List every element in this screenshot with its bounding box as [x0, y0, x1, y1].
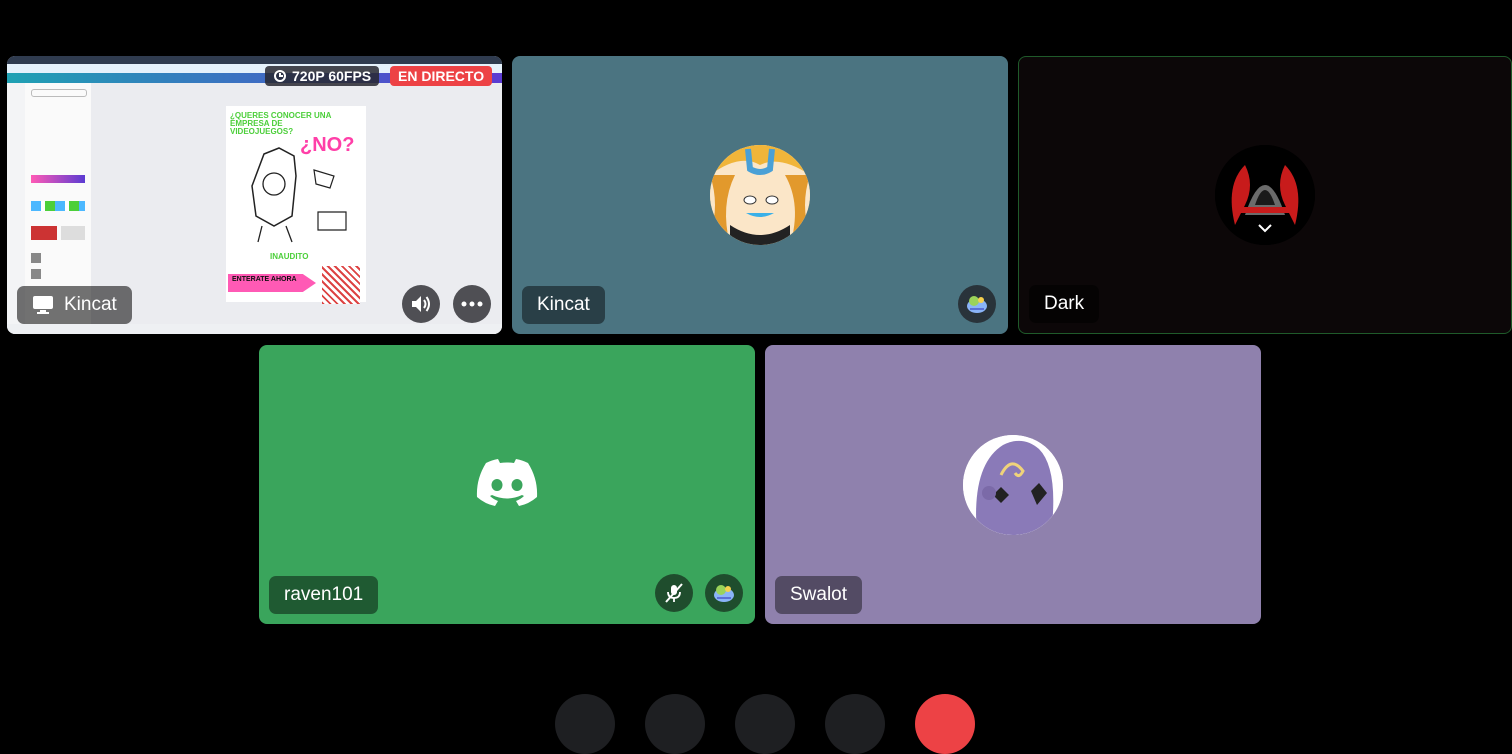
poster-cta: ENTERATE AHORA — [228, 274, 316, 292]
participant-name-tag: Kincat — [522, 286, 605, 324]
mic-muted-icon — [665, 583, 683, 603]
avatar-image — [710, 145, 810, 245]
participant-tile-dark[interactable]: Dark — [1018, 56, 1512, 334]
participant-tile-swalot[interactable]: Swalot — [765, 345, 1261, 624]
stream-taskbar — [7, 324, 502, 334]
screen-share-button[interactable] — [645, 694, 705, 754]
activity-button[interactable] — [705, 574, 743, 612]
activity-button[interactable] — [958, 285, 996, 323]
activity-icon — [714, 585, 734, 602]
poster-headline: ¿QUERES CONOCER UNA EMPRESA DE VIDEOJUEG… — [230, 111, 332, 136]
participant-name-tag: Kincat — [17, 286, 132, 324]
more-options-button[interactable] — [453, 285, 491, 323]
participant-name: Dark — [1044, 293, 1085, 314]
volume-button[interactable] — [402, 285, 440, 323]
participant-tile-raven101[interactable]: raven101 — [259, 345, 755, 624]
quality-badge: 720P 60FPS — [265, 66, 380, 86]
poster-qr-code — [322, 266, 360, 304]
participant-name: Swalot — [790, 584, 848, 605]
participant-tile-kincat[interactable]: Kincat — [512, 56, 1008, 334]
activity-launch-button[interactable] — [735, 694, 795, 754]
call-controls — [0, 690, 1512, 754]
volume-icon — [412, 296, 430, 312]
poster-brand: INAUDITO — [270, 252, 309, 261]
participant-name-tag: Dark — [1029, 285, 1100, 323]
soundboard-button[interactable] — [825, 694, 885, 754]
live-badge: EN DIRECTO — [390, 66, 493, 86]
screen-share-icon — [33, 296, 53, 314]
mic-muted-indicator — [655, 574, 693, 612]
camera-button[interactable] — [555, 694, 615, 754]
participant-name-tag: raven101 — [269, 576, 379, 614]
disconnect-button[interactable] — [915, 694, 975, 754]
more-icon — [461, 301, 483, 307]
stream-tile[interactable]: ¿QUERES CONOCER UNA EMPRESA DE VIDEOJUEG… — [7, 56, 502, 334]
poster-character — [251, 147, 347, 243]
avatar-image — [1215, 145, 1315, 245]
avatar — [1215, 145, 1315, 245]
avatar — [963, 434, 1063, 535]
stream-quality-icon — [274, 70, 286, 82]
stream-poster: ¿QUERES CONOCER UNA EMPRESA DE VIDEOJUEG… — [226, 106, 366, 304]
avatar-image — [963, 434, 1063, 535]
participant-name: Kincat — [64, 294, 117, 315]
participant-name-tag: Swalot — [775, 576, 863, 614]
quality-label: 720P 60FPS — [292, 68, 372, 84]
participant-name: raven101 — [284, 584, 364, 605]
avatar — [710, 145, 810, 245]
activity-icon — [967, 296, 987, 313]
participant-name: Kincat — [537, 294, 590, 315]
stream-titlebar — [7, 56, 502, 64]
discord-logo-icon — [476, 459, 538, 506]
